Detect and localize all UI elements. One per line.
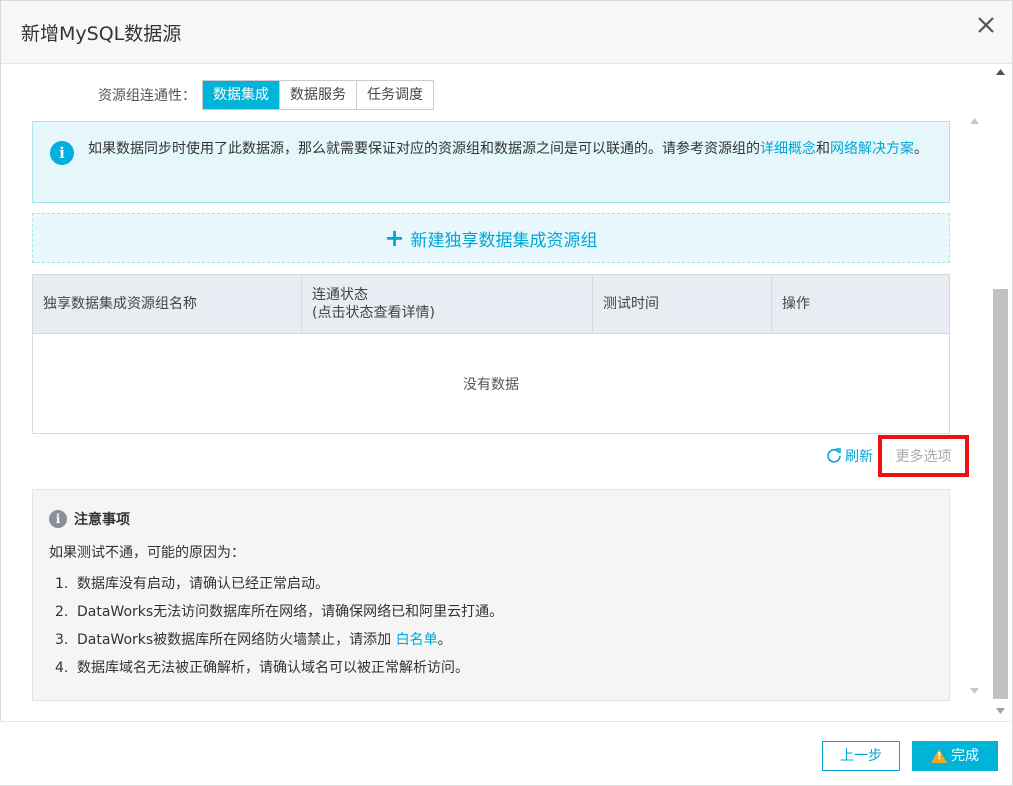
tab-data-integration[interactable]: 数据集成 bbox=[203, 81, 280, 109]
column-header-label: 操作 bbox=[782, 296, 810, 312]
whitelist-link[interactable]: 白名单 bbox=[396, 632, 438, 648]
column-header-status: 连通状态 (点击状态查看详情) bbox=[302, 275, 593, 333]
inner-scrollbar[interactable] bbox=[965, 112, 985, 700]
list-item-text: DataWorks被数据库所在网络防火墙禁止，请添加 bbox=[77, 632, 396, 648]
list-item: 3. DataWorks被数据库所在网络防火墙禁止，请添加 白名单。 bbox=[55, 626, 503, 654]
list-item-number: 3. bbox=[55, 632, 69, 648]
list-item: 1. 数据库没有启动，请确认已经正常启动。 bbox=[55, 570, 503, 598]
resource-group-table: 独享数据集成资源组名称 连通状态 (点击状态查看详情) 测试时间 操作 没有数据 bbox=[32, 274, 950, 434]
refresh-button[interactable]: 刷新 bbox=[826, 446, 873, 466]
list-item-number: 4. bbox=[55, 660, 69, 676]
connectivity-row: 资源组连通性： 数据集成 数据服务 任务调度 bbox=[98, 80, 434, 110]
connectivity-label: 资源组连通性： bbox=[98, 88, 196, 104]
warning-icon: ! bbox=[931, 749, 947, 763]
list-item-text: DataWorks无法访问数据库所在网络，请确保网络已和阿里云打通。 bbox=[77, 604, 504, 620]
list-item: 2. DataWorks无法访问数据库所在网络，请确保网络已和阿里云打通。 bbox=[55, 598, 503, 626]
network-solution-link[interactable]: 网络解决方案 bbox=[830, 141, 914, 157]
scroll-down-icon[interactable] bbox=[996, 708, 1005, 714]
connectivity-tabs: 数据集成 数据服务 任务调度 bbox=[202, 80, 434, 110]
list-item-number: 2. bbox=[55, 604, 69, 620]
more-options-button[interactable]: 更多选项 bbox=[878, 435, 969, 477]
column-header-label: 测试时间 bbox=[603, 296, 659, 312]
column-header-name: 独享数据集成资源组名称 bbox=[33, 275, 302, 333]
refresh-icon bbox=[827, 448, 841, 463]
dialog-header: 新增MySQL数据源 bbox=[1, 1, 1012, 64]
dialog-footer: 上一步 ! 完成 bbox=[0, 721, 1011, 785]
detail-concept-link[interactable]: 详细概念 bbox=[760, 141, 816, 157]
tab-task-scheduling[interactable]: 任务调度 bbox=[357, 81, 433, 109]
notice-title: 注意事项 bbox=[74, 512, 130, 528]
table-actions: 刷新 bbox=[826, 444, 873, 468]
scroll-up-icon[interactable] bbox=[996, 69, 1005, 75]
dialog-title: 新增MySQL数据源 bbox=[21, 23, 182, 45]
list-item: 4. 数据库域名无法被正确解析，请确认域名可以被正常解析访问。 bbox=[55, 654, 503, 682]
tab-data-service[interactable]: 数据服务 bbox=[280, 81, 357, 109]
notice-intro: 如果测试不通，可能的原因为： bbox=[49, 545, 245, 561]
plus-icon: + bbox=[384, 224, 405, 252]
refresh-label: 刷新 bbox=[845, 449, 873, 465]
info-period: 。 bbox=[914, 141, 928, 157]
info-banner: i 如果数据同步时使用了此数据源，那么就需要保证对应的资源组和数据源之间是可以联… bbox=[32, 121, 950, 203]
table-header: 独享数据集成资源组名称 连通状态 (点击状态查看详情) 测试时间 操作 bbox=[33, 275, 949, 334]
close-icon[interactable] bbox=[974, 13, 998, 37]
table-empty-state: 没有数据 bbox=[463, 376, 519, 393]
info-icon: i bbox=[49, 510, 67, 528]
scroll-down-icon[interactable] bbox=[970, 688, 979, 694]
notice-list: 1. 数据库没有启动，请确认已经正常启动。 2. DataWorks无法访问数据库所… bbox=[55, 570, 503, 682]
new-resource-group-button[interactable]: + 新建独享数据集成资源组 bbox=[32, 213, 950, 263]
outer-scrollbar-thumb[interactable] bbox=[993, 289, 1008, 699]
new-resource-group-label: 新建独享数据集成资源组 bbox=[410, 230, 598, 251]
previous-step-button[interactable]: 上一步 bbox=[822, 741, 900, 771]
column-header-sublabel: (点击状态查看详情) bbox=[312, 305, 435, 321]
info-text: 如果数据同步时使用了此数据源，那么就需要保证对应的资源组和数据源之间是可以联通的… bbox=[88, 136, 938, 162]
column-header-operation: 操作 bbox=[772, 275, 949, 333]
scroll-up-icon[interactable] bbox=[970, 118, 979, 124]
list-item-text: 数据库域名无法被正确解析，请确认域名可以被正常解析访问。 bbox=[77, 660, 469, 676]
done-button[interactable]: ! 完成 bbox=[912, 741, 998, 771]
notice-header: i 注意事项 bbox=[49, 509, 130, 529]
column-header-label: 独享数据集成资源组名称 bbox=[43, 296, 197, 312]
notice-panel: i 注意事项 如果测试不通，可能的原因为： 1. 数据库没有启动，请确认已经正常启… bbox=[32, 489, 950, 701]
info-text-body: 如果数据同步时使用了此数据源，那么就需要保证对应的资源组和数据源之间是可以联通的… bbox=[88, 141, 760, 157]
outer-scrollbar[interactable] bbox=[990, 63, 1011, 720]
list-item-text: 数据库没有启动，请确认已经正常启动。 bbox=[77, 576, 329, 592]
list-item-suffix: 。 bbox=[437, 632, 452, 648]
info-and: 和 bbox=[816, 141, 830, 157]
done-label: 完成 bbox=[951, 748, 979, 764]
column-header-label: 连通状态 bbox=[312, 287, 368, 303]
column-header-test-time: 测试时间 bbox=[593, 275, 772, 333]
list-item-number: 1. bbox=[55, 576, 69, 592]
info-icon: i bbox=[50, 141, 74, 165]
